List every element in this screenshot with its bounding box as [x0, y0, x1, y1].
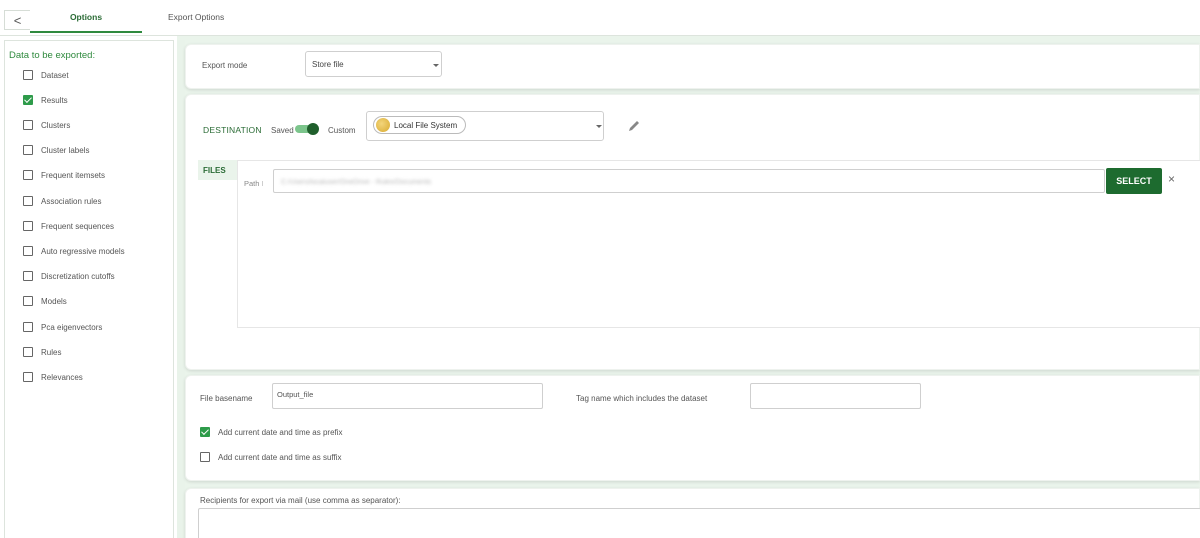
- export-option-checkbox[interactable]: [23, 372, 33, 382]
- export-option-item[interactable]: Rules: [23, 346, 61, 358]
- export-option-label: Rules: [41, 347, 62, 357]
- chevron-left-icon: <: [13, 12, 22, 28]
- suffix-option[interactable]: Add current date and time as suffix: [200, 451, 341, 463]
- export-option-label: Cluster labels: [41, 145, 90, 155]
- export-option-item[interactable]: Frequent itemsets: [23, 169, 105, 181]
- location-select[interactable]: Local File System: [366, 111, 604, 141]
- export-mode-label: Export mode: [202, 61, 248, 70]
- file-basename-input[interactable]: Output_file: [272, 383, 543, 409]
- clear-path-icon[interactable]: ×: [1168, 172, 1175, 186]
- destination-card: DESTINATION Saved Custom Local File Syst…: [185, 94, 1200, 370]
- file-options-card: File basename Output_file Tag name which…: [185, 375, 1200, 481]
- custom-label: Custom: [328, 126, 356, 135]
- export-option-item[interactable]: Auto regressive models: [23, 245, 125, 257]
- export-option-label: Relevances: [41, 372, 83, 382]
- export-option-checkbox[interactable]: [23, 271, 33, 281]
- export-option-item[interactable]: Dataset: [23, 69, 69, 81]
- chevron-down-icon: [596, 125, 602, 128]
- prefix-checkbox[interactable]: [200, 427, 210, 437]
- export-option-checkbox[interactable]: [23, 70, 33, 80]
- export-option-item[interactable]: Pca eigenvectors: [23, 321, 102, 333]
- export-option-label: Association rules: [41, 196, 102, 206]
- export-mode-value: Store file: [312, 60, 344, 69]
- export-option-checkbox[interactable]: [23, 145, 33, 155]
- export-option-label: Pca eigenvectors: [41, 322, 103, 332]
- location-value: Local File System: [394, 120, 458, 130]
- export-option-checkbox[interactable]: [23, 296, 33, 306]
- chevron-down-icon: [433, 64, 439, 67]
- export-option-checkbox[interactable]: [23, 170, 33, 180]
- export-option-item[interactable]: Clusters: [23, 119, 70, 131]
- files-tag: FILES: [198, 160, 238, 180]
- file-basename-value: Output_file: [277, 390, 314, 399]
- file-system-icon: [376, 118, 390, 132]
- select-path-button[interactable]: SELECT: [1106, 168, 1162, 194]
- export-option-label: Auto regressive models: [41, 246, 125, 256]
- edit-pencil-icon[interactable]: [627, 119, 641, 133]
- export-option-label: Models: [41, 296, 67, 306]
- path-value: C:/Users/localuser/OneDrive - Rulex/Docu…: [281, 179, 432, 186]
- export-option-item[interactable]: Frequent sequences: [23, 220, 114, 232]
- mail-card: Recipients for export via mail (use comm…: [185, 488, 1200, 538]
- export-mode-card: Export mode Store file: [185, 44, 1200, 89]
- path-label: Path I: [244, 179, 264, 188]
- export-option-checkbox[interactable]: [23, 246, 33, 256]
- files-panel: Path I C:/Users/localuser/OneDrive - Rul…: [237, 160, 1200, 328]
- export-option-label: Results: [41, 95, 68, 105]
- file-basename-label: File basename: [200, 394, 253, 403]
- export-option-checkbox[interactable]: [23, 196, 33, 206]
- export-option-label: Frequent sequences: [41, 221, 114, 231]
- top-tab-bar: < Options Export Options: [0, 0, 1200, 36]
- export-option-item[interactable]: Cluster labels: [23, 144, 89, 156]
- export-option-checkbox[interactable]: [23, 120, 33, 130]
- prefix-label: Add current date and time as prefix: [218, 427, 343, 437]
- suffix-checkbox[interactable]: [200, 452, 210, 462]
- export-option-item[interactable]: Association rules: [23, 195, 101, 207]
- export-option-label: Clusters: [41, 120, 71, 130]
- tab-export-options[interactable]: Export Options: [168, 12, 224, 22]
- export-option-checkbox[interactable]: [23, 322, 33, 332]
- active-tab-indicator: [30, 31, 142, 33]
- export-data-title: Data to be exported:: [9, 50, 96, 61]
- suffix-label: Add current date and time as suffix: [218, 452, 342, 462]
- export-option-item[interactable]: Discretization cutoffs: [23, 270, 115, 282]
- mail-recipients-input[interactable]: [198, 508, 1200, 538]
- saved-custom-toggle[interactable]: [295, 123, 319, 135]
- tag-name-label: Tag name which includes the dataset: [576, 394, 708, 403]
- back-button[interactable]: <: [4, 10, 30, 30]
- tab-options[interactable]: Options: [30, 12, 142, 22]
- mail-recipients-label: Recipients for export via mail (use comm…: [200, 496, 401, 505]
- export-option-label: Frequent itemsets: [41, 170, 106, 180]
- toggle-knob: [307, 123, 319, 135]
- destination-title: DESTINATION: [203, 125, 262, 135]
- export-option-checkbox[interactable]: [23, 347, 33, 357]
- export-option-item[interactable]: Models: [23, 295, 67, 307]
- export-option-label: Dataset: [41, 70, 69, 80]
- export-option-item[interactable]: Relevances: [23, 371, 83, 383]
- prefix-option[interactable]: Add current date and time as prefix: [200, 426, 343, 438]
- path-input[interactable]: C:/Users/localuser/OneDrive - Rulex/Docu…: [273, 169, 1105, 193]
- export-mode-select[interactable]: Store file: [305, 51, 442, 77]
- saved-label: Saved: [271, 126, 294, 135]
- tag-name-input[interactable]: [750, 383, 921, 409]
- export-data-panel: Data to be exported: Dataset Results Clust…: [4, 40, 174, 538]
- panel-separator: [177, 40, 185, 538]
- export-option-checkbox[interactable]: [23, 95, 33, 105]
- location-chip: Local File System: [373, 116, 467, 134]
- export-option-checkbox[interactable]: [23, 221, 33, 231]
- export-option-label: Discretization cutoffs: [41, 271, 115, 281]
- export-option-item[interactable]: Results: [23, 94, 68, 106]
